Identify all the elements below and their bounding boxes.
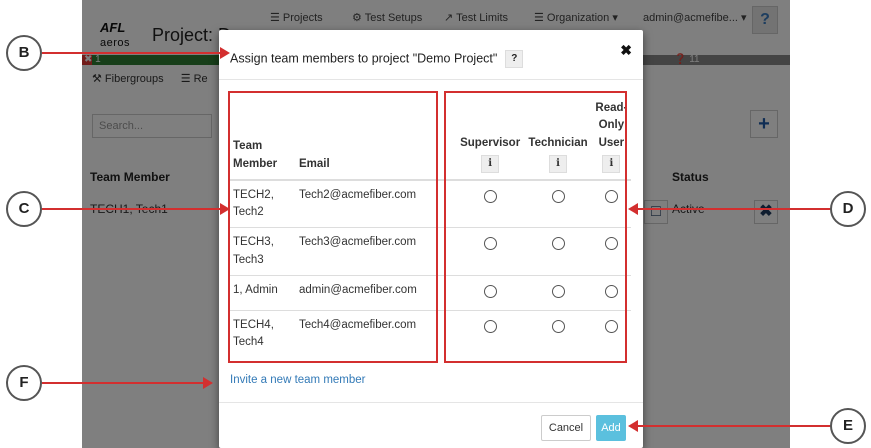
callout-e-arrow [638,425,832,427]
cancel-button[interactable]: Cancel [541,415,591,441]
callout-d-arrowhead [628,203,638,215]
highlight-box-roles [444,91,627,363]
callout-d: D [830,191,866,227]
callout-e: E [830,408,866,444]
callout-b-arrowhead [220,47,230,59]
invite-member-link[interactable]: Invite a new team member [230,374,366,386]
close-icon[interactable]: ✖ [620,42,632,59]
callout-f: F [6,365,42,401]
callout-d-arrow [638,208,832,210]
help-icon[interactable]: ? [505,50,524,68]
modal-title-text: Assign team members to project "Demo Pro… [230,51,498,66]
modal-header: Assign team members to project "Demo Pro… [219,30,643,80]
callout-e-arrowhead [628,420,638,432]
add-button[interactable]: Add [596,415,626,441]
callout-f-arrow [42,382,203,384]
callout-b: B [6,35,42,71]
callout-c-arrowhead [220,203,230,215]
modal-title: Assign team members to project "Demo Pro… [230,50,524,68]
callout-f-arrowhead [203,377,213,389]
highlight-box-member-info [228,91,438,363]
callout-c: C [6,191,42,227]
callout-c-arrow [42,208,220,210]
callout-b-arrow [42,52,220,54]
